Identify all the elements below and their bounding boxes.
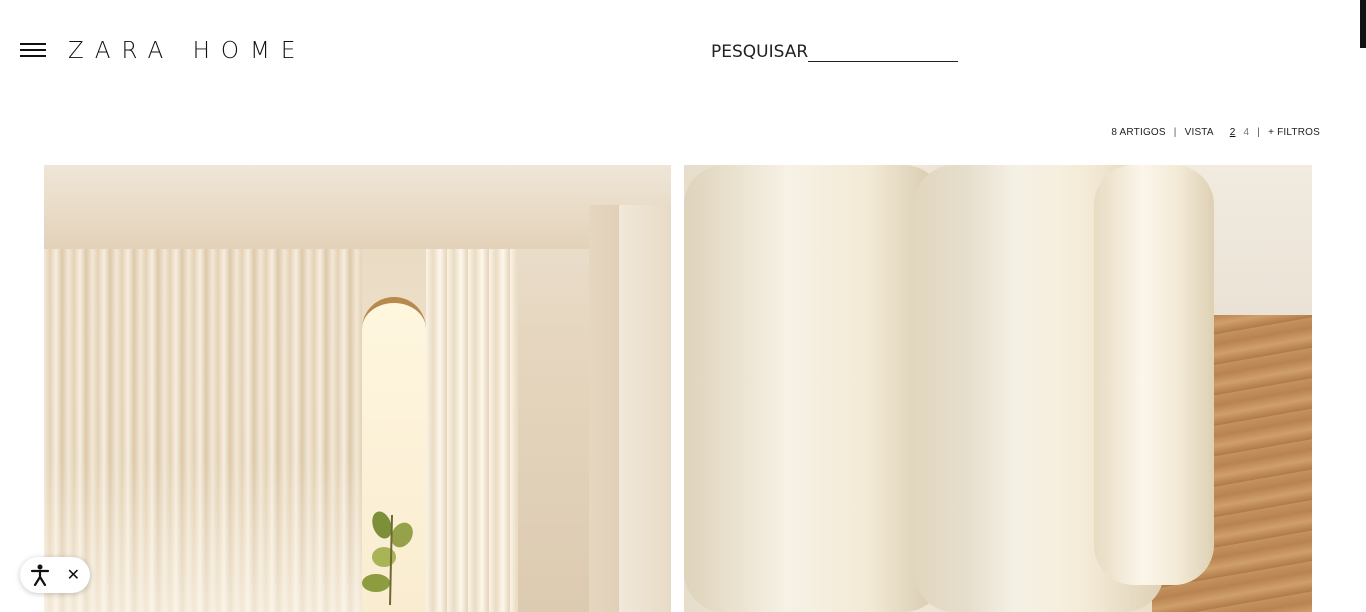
page: ZARA HOME PESQUISAR 8 ARTIGOS | VISTA 2 … bbox=[0, 0, 1366, 612]
menu-line bbox=[20, 49, 46, 51]
filters-button[interactable]: + FILTROS bbox=[1268, 127, 1320, 138]
search-label[interactable]: PESQUISAR bbox=[711, 40, 808, 64]
view-label: VISTA bbox=[1184, 127, 1214, 138]
image-ceiling bbox=[44, 165, 671, 249]
view-option-4[interactable]: 4 bbox=[1244, 127, 1250, 138]
article-count: 8 ARTIGOS bbox=[1111, 127, 1166, 138]
image-pillar bbox=[619, 205, 671, 612]
search-input[interactable] bbox=[808, 41, 959, 62]
close-icon[interactable]: ✕ bbox=[67, 567, 80, 583]
view-option-2[interactable]: 2 bbox=[1230, 127, 1236, 138]
product-image-curtains[interactable] bbox=[44, 165, 671, 612]
plant-leaves bbox=[362, 511, 413, 605]
listing-toolbar: 8 ARTIGOS | VISTA 2 4 | + FILTROS bbox=[1111, 127, 1320, 138]
image-curtain-right bbox=[426, 249, 518, 612]
accessibility-widget: ✕ bbox=[20, 557, 90, 593]
hamburger-menu-icon[interactable] bbox=[20, 43, 46, 59]
menu-line bbox=[20, 55, 46, 57]
brand-logo[interactable]: ZARA HOME bbox=[68, 36, 306, 66]
search-area: PESQUISAR bbox=[711, 40, 959, 64]
menu-line bbox=[20, 43, 46, 45]
product-image-linen[interactable] bbox=[684, 165, 1312, 612]
toolbar-separator: | bbox=[1257, 127, 1261, 138]
image-light bbox=[44, 465, 362, 612]
accessibility-person-icon[interactable] bbox=[30, 564, 50, 586]
product-grid bbox=[44, 165, 1312, 612]
toolbar-separator: | bbox=[1173, 127, 1177, 138]
scroll-indicator[interactable] bbox=[1360, 0, 1366, 48]
product-card-linen[interactable] bbox=[684, 165, 1312, 612]
product-card-curtains[interactable] bbox=[44, 165, 671, 612]
image-shading bbox=[684, 165, 1312, 612]
